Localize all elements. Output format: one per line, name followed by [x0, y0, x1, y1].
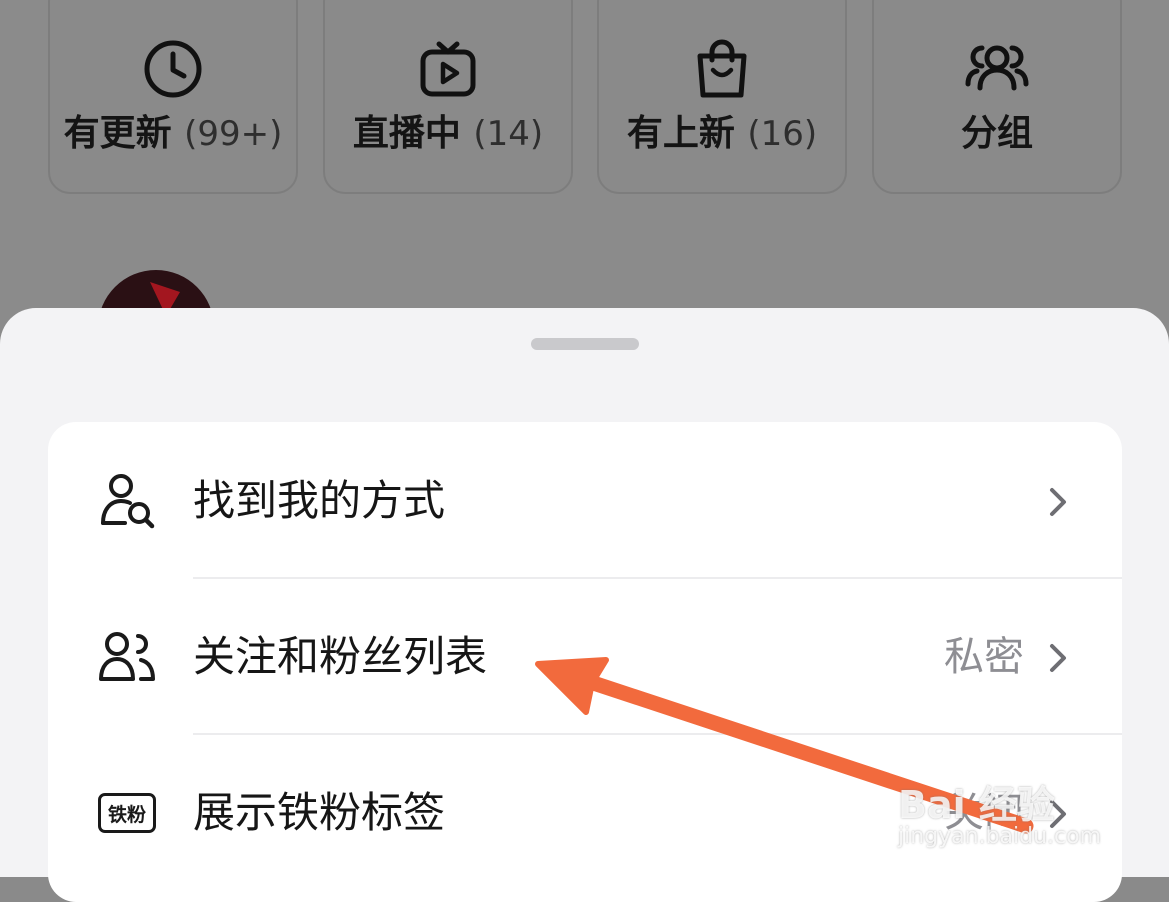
tile-updates[interactable]: 有更新 (99+)	[48, 0, 298, 194]
chevron-right-icon	[1044, 482, 1074, 522]
tile-live[interactable]: 直播中 (14)	[323, 0, 573, 194]
tile-groups[interactable]: 分组	[872, 0, 1122, 194]
row-value: 关闭	[944, 790, 1024, 836]
tile-count: (99+)	[184, 114, 283, 154]
tile-label: 分组	[960, 113, 1033, 154]
bottom-sheet: 找到我的方式 关注和粉丝列表 私密 铁粉 展示铁粉标签 关闭	[0, 308, 1169, 902]
tile-new-products[interactable]: 有上新 (16)	[597, 0, 847, 194]
tile-label: 直播中	[352, 113, 461, 154]
row-label: 展示铁粉标签	[193, 788, 446, 837]
fan-badge-icon: 铁粉	[96, 782, 158, 844]
chevron-right-icon	[1044, 638, 1074, 678]
find-user-icon	[96, 470, 158, 532]
row-label: 关注和粉丝列表	[193, 632, 488, 681]
fan-badge-text: 铁粉	[98, 793, 156, 833]
live-tv-icon	[325, 38, 571, 100]
shopping-bag-icon	[599, 38, 845, 100]
settings-card: 找到我的方式 关注和粉丝列表 私密 铁粉 展示铁粉标签 关闭	[48, 422, 1122, 902]
tile-label: 有上新	[626, 113, 735, 154]
row-show-fan-badge[interactable]: 铁粉 展示铁粉标签 关闭	[48, 734, 1122, 890]
tile-count: (14)	[473, 114, 544, 154]
row-label: 找到我的方式	[193, 476, 446, 525]
sheet-drag-handle[interactable]	[531, 338, 639, 350]
users-icon	[96, 626, 158, 688]
tile-label: 有更新	[63, 113, 172, 154]
row-value: 私密	[944, 634, 1024, 680]
row-find-me[interactable]: 找到我的方式	[48, 422, 1122, 578]
clock-icon	[50, 38, 296, 100]
group-icon	[874, 38, 1120, 100]
chevron-right-icon	[1044, 794, 1074, 834]
row-follow-fans-list[interactable]: 关注和粉丝列表 私密	[48, 578, 1122, 734]
quick-filter-tiles: 有更新 (99+) 直播中 (14) 有上新 (16) 分组	[48, 0, 1124, 196]
tile-count: (16)	[747, 114, 818, 154]
